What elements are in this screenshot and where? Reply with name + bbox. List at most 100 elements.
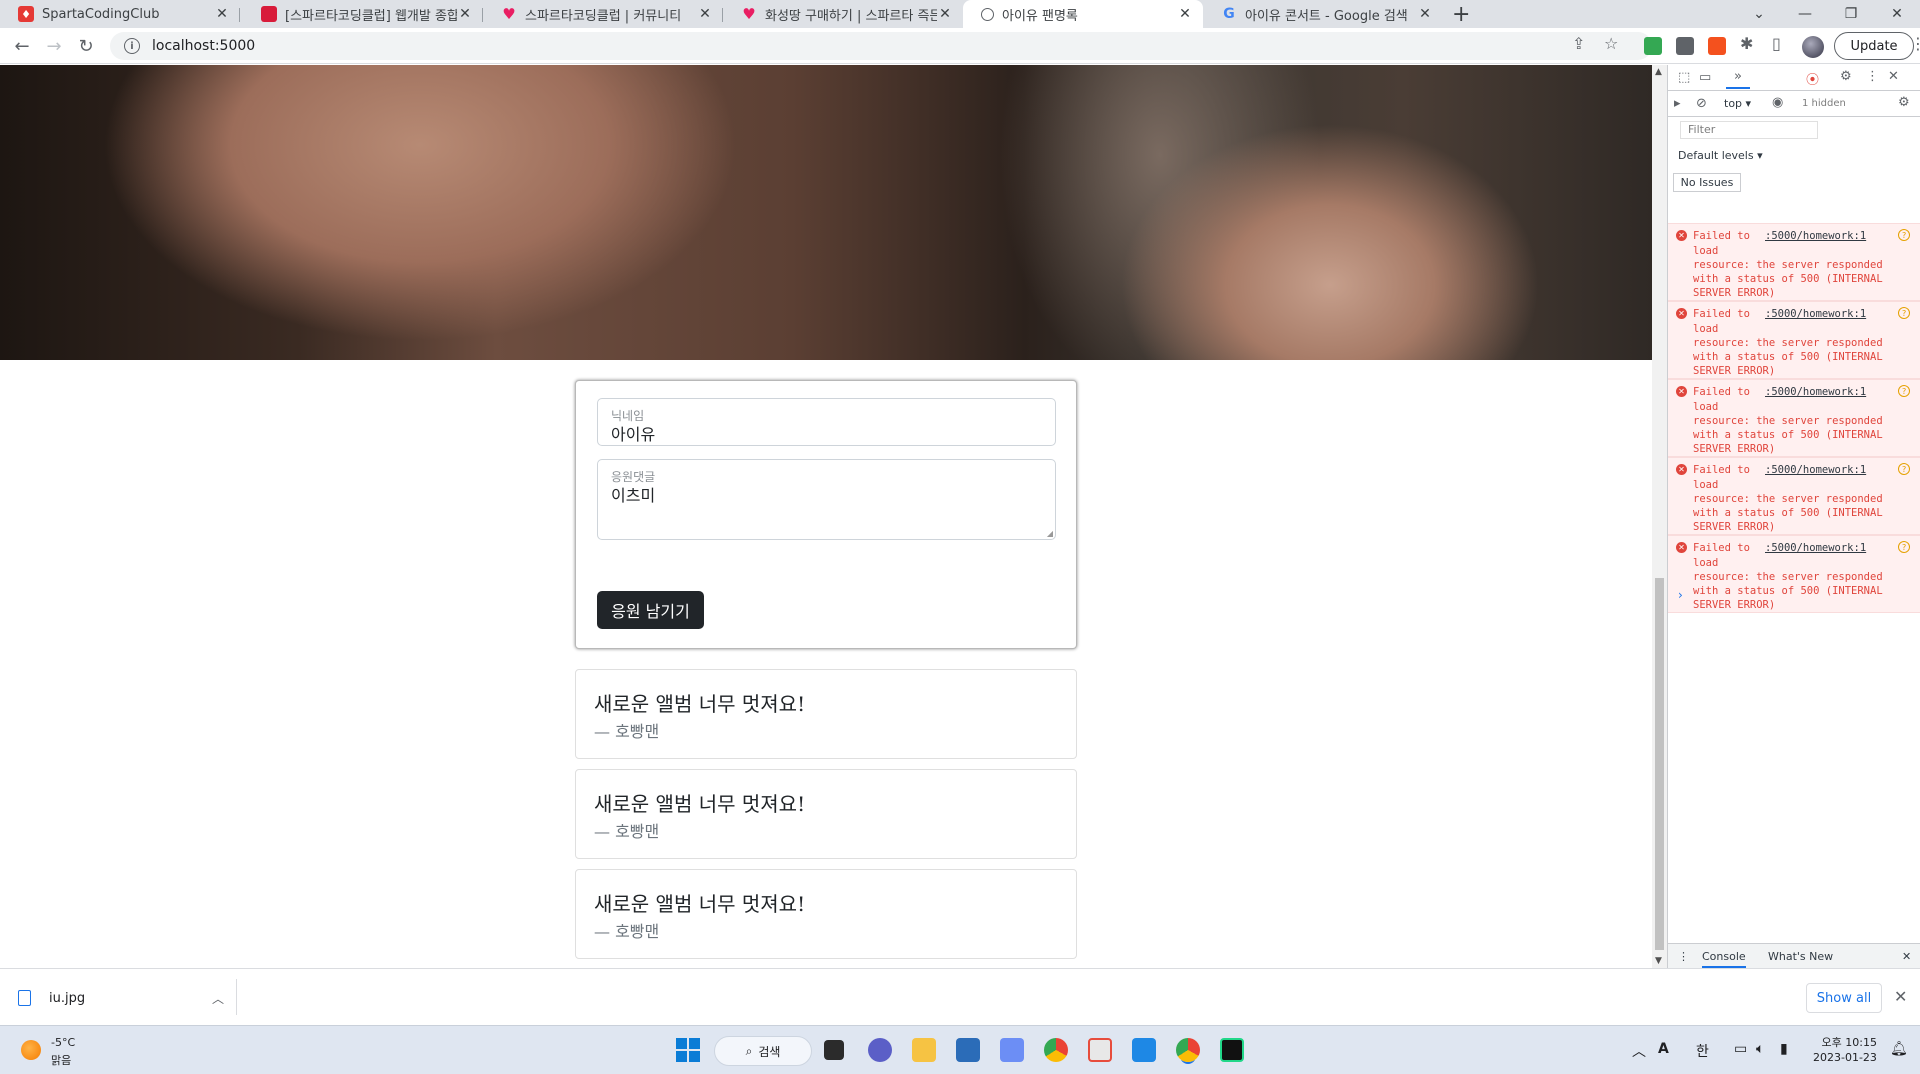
- tab-search-chevron-icon[interactable]: ⌄: [1736, 0, 1782, 28]
- hidden-messages-count: 1 hidden: [1802, 98, 1846, 109]
- system-clock[interactable]: 오후 10:15 2023-01-23: [1813, 1035, 1877, 1065]
- tab-whats-new[interactable]: What's New: [1768, 950, 1833, 963]
- tab-close-icon[interactable]: ✕: [1417, 6, 1433, 22]
- scroll-down-arrow-icon[interactable]: ▼: [1655, 956, 1662, 966]
- live-expression-eye-icon[interactable]: ◉: [1772, 95, 1783, 110]
- app-icon[interactable]: [1000, 1038, 1024, 1062]
- error-source-link[interactable]: :5000/homework:1: [1765, 464, 1866, 476]
- tab-close-icon[interactable]: ✕: [937, 6, 953, 22]
- side-panel-icon[interactable]: ▯: [1772, 34, 1781, 53]
- extension-orange-icon[interactable]: [1708, 37, 1726, 55]
- browser-tab[interactable]: ♥ 스파르타코딩클럽 | 커뮤니티 ✕: [483, 0, 723, 28]
- chrome-icon[interactable]: [1044, 1038, 1068, 1062]
- weather-sun-icon[interactable]: [21, 1040, 41, 1060]
- submit-comment-button[interactable]: 응원 남기기: [597, 591, 704, 629]
- error-source-link[interactable]: :5000/homework:1: [1765, 308, 1866, 320]
- task-view-icon[interactable]: [824, 1040, 844, 1060]
- pycharm-icon[interactable]: [1220, 1038, 1244, 1062]
- close-download-shelf-icon[interactable]: ✕: [1894, 987, 1907, 1006]
- devtools-more-icon[interactable]: ⋮: [1866, 69, 1879, 84]
- taskbar-search-button[interactable]: ⌕ 검색: [714, 1036, 812, 1066]
- vscode-icon[interactable]: [1132, 1038, 1156, 1062]
- error-hint-icon[interactable]: ?: [1898, 307, 1910, 319]
- new-tab-button[interactable]: +: [1452, 2, 1470, 27]
- volume-icon[interactable]: 🔈︎: [1756, 1041, 1764, 1057]
- ime-korean-indicator[interactable]: 한: [1696, 1041, 1709, 1061]
- browser-tab[interactable]: [스파르타코딩클럽] 웹개발 종합 ✕: [243, 0, 483, 28]
- forward-arrow-icon[interactable]: →: [42, 34, 66, 58]
- log-levels-dropdown[interactable]: Default levels ▾: [1678, 149, 1763, 162]
- console-settings-icon[interactable]: ⚙: [1898, 95, 1910, 110]
- reload-icon[interactable]: ↻: [74, 34, 98, 58]
- scrollbar-thumb[interactable]: [1655, 578, 1664, 950]
- clear-console-icon[interactable]: ⊘: [1696, 96, 1707, 111]
- close-window-button[interactable]: ✕: [1874, 0, 1920, 28]
- error-body: load resource: the server responded with…: [1693, 245, 1883, 299]
- windows-start-icon[interactable]: [676, 1038, 700, 1062]
- more-panels-icon[interactable]: »: [1726, 69, 1750, 89]
- console-filter-input[interactable]: Filter: [1680, 121, 1818, 139]
- devtools-settings-icon[interactable]: ⚙: [1840, 69, 1852, 84]
- file-explorer-icon[interactable]: [912, 1038, 936, 1062]
- browser-tab[interactable]: ♦ SpartaCodingClub ✕: [0, 0, 240, 28]
- error-hint-icon[interactable]: ?: [1898, 229, 1910, 241]
- tab-console[interactable]: Console: [1702, 950, 1746, 968]
- minimize-button[interactable]: —: [1782, 0, 1828, 28]
- restore-button[interactable]: ❐: [1828, 0, 1874, 28]
- bookmark-star-icon[interactable]: ☆: [1604, 34, 1618, 53]
- issues-button[interactable]: No Issues: [1673, 173, 1741, 192]
- tray-overflow-chevron-icon[interactable]: ︿: [1632, 1041, 1646, 1061]
- tab-close-icon[interactable]: ✕: [457, 6, 473, 22]
- share-icon[interactable]: ⇪: [1572, 34, 1585, 53]
- extension-grey-icon[interactable]: [1676, 37, 1694, 55]
- resize-handle-icon[interactable]: ◢: [1047, 529, 1053, 538]
- network-icon[interactable]: ▭: [1734, 1041, 1747, 1057]
- tab-close-icon[interactable]: ✕: [214, 6, 230, 22]
- extension-green-icon[interactable]: [1644, 37, 1662, 55]
- show-all-downloads-button[interactable]: Show all: [1806, 983, 1882, 1013]
- nickname-input[interactable]: 아이유: [611, 421, 655, 445]
- profile-avatar[interactable]: [1802, 36, 1824, 58]
- download-item[interactable]: iu.jpg ︿: [18, 983, 224, 1013]
- chevron-up-icon[interactable]: ︿: [212, 990, 224, 1007]
- console-sidebar-icon[interactable]: ▸: [1674, 96, 1681, 111]
- error-hint-icon[interactable]: ?: [1898, 541, 1910, 553]
- battery-icon[interactable]: ▮: [1780, 1041, 1788, 1057]
- tab-close-icon[interactable]: ✕: [697, 6, 713, 22]
- drawer-menu-icon[interactable]: ⋮: [1678, 950, 1689, 963]
- context-selector[interactable]: top ▾: [1724, 97, 1751, 110]
- back-arrow-icon[interactable]: ←: [10, 34, 34, 58]
- inspect-element-icon[interactable]: ⬚: [1678, 70, 1690, 85]
- tab-close-icon[interactable]: ✕: [1177, 6, 1193, 22]
- microsoft-store-icon[interactable]: [956, 1038, 980, 1062]
- drawer-close-icon[interactable]: ✕: [1902, 950, 1911, 963]
- notification-bell-icon[interactable]: 🔔︎: [1890, 1041, 1908, 1057]
- address-bar[interactable]: i localhost:5000: [110, 32, 1652, 60]
- error-source-link[interactable]: :5000/homework:1: [1765, 230, 1866, 242]
- browser-tab-active[interactable]: 아이유 팬명록 ✕: [963, 0, 1203, 28]
- extensions-puzzle-icon[interactable]: ✱: [1740, 34, 1753, 53]
- browser-tab[interactable]: G 아이유 콘서트 - Google 검색 ✕: [1203, 0, 1443, 28]
- error-hint-icon[interactable]: ?: [1898, 463, 1910, 475]
- update-button[interactable]: Update: [1834, 32, 1914, 60]
- site-info-icon[interactable]: i: [124, 38, 140, 54]
- devtools-panel: ⬚ ▭ » ⦿ ⚙ ⋮ ✕ ▸ ⊘ top ▾ ◉ 1 hidden ⚙ Fil…: [1667, 65, 1920, 968]
- error-source-link[interactable]: :5000/homework:1: [1765, 386, 1866, 398]
- device-toggle-icon[interactable]: ▭: [1699, 70, 1711, 85]
- comment-field[interactable]: 응원댓글 이츠미 ◢: [597, 459, 1056, 540]
- comment-textarea[interactable]: 이츠미: [611, 482, 655, 506]
- console-prompt-chevron-icon[interactable]: ›: [1678, 588, 1683, 602]
- chat-icon[interactable]: [868, 1038, 892, 1062]
- nickname-field[interactable]: 닉네임 아이유: [597, 398, 1056, 446]
- error-source-link[interactable]: :5000/homework:1: [1765, 542, 1866, 554]
- browser-tab[interactable]: ♥ 화성땅 구매하기 | 스파르타 즉든 ✕: [723, 0, 963, 28]
- scroll-up-arrow-icon[interactable]: ▲: [1655, 67, 1662, 77]
- more-menu-icon[interactable]: ⋮: [1910, 34, 1920, 53]
- error-count-icon[interactable]: ⦿: [1806, 69, 1819, 88]
- error-hint-icon[interactable]: ?: [1898, 385, 1910, 397]
- chrome-active-icon[interactable]: [1176, 1038, 1200, 1062]
- snipping-tool-icon[interactable]: [1088, 1038, 1112, 1062]
- font-tray-icon[interactable]: A: [1658, 1041, 1669, 1057]
- devtools-close-icon[interactable]: ✕: [1888, 69, 1899, 84]
- page-scrollbar[interactable]: ▲ ▼: [1652, 65, 1667, 968]
